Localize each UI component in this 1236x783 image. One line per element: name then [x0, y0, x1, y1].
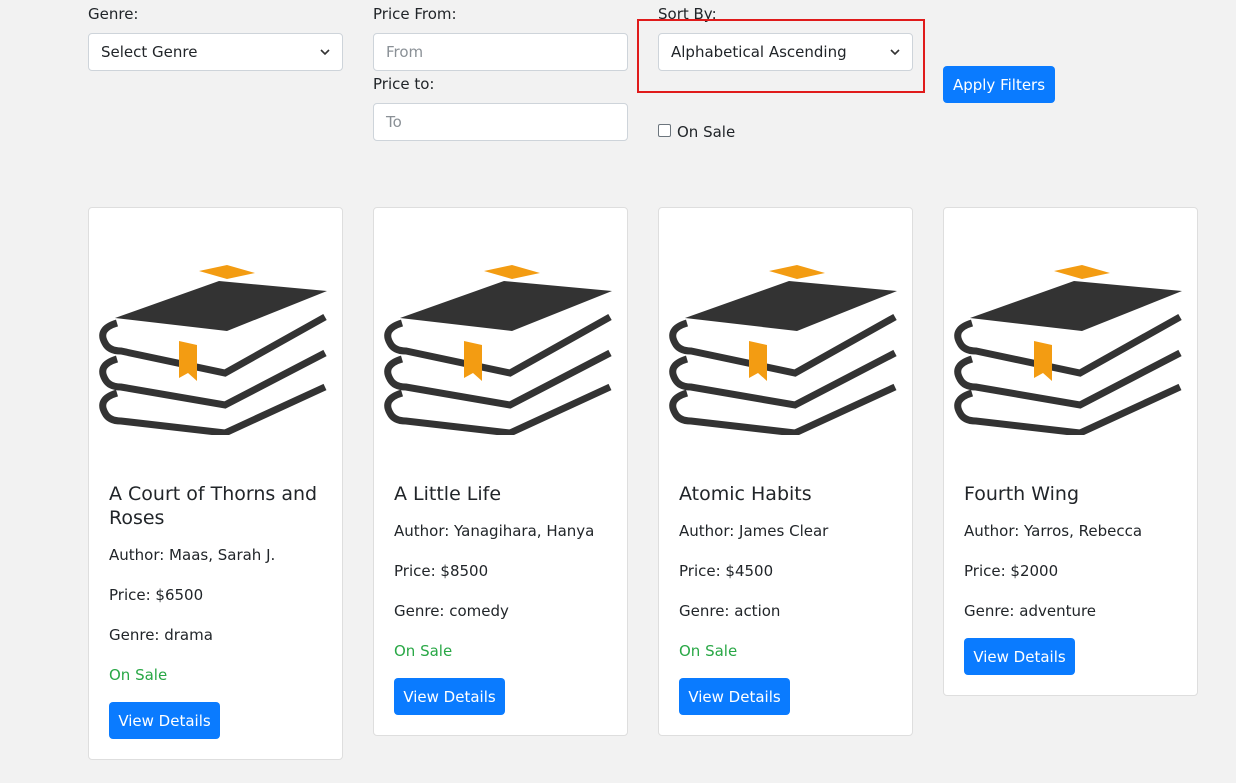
on-sale-badge: On Sale	[109, 666, 168, 684]
book-price: Price: $8500	[394, 562, 489, 580]
genre-select-value: Select Genre	[101, 43, 198, 61]
price-to-input[interactable]: To	[373, 103, 628, 141]
sort-select-value: Alphabetical Ascending	[671, 43, 847, 61]
book-author: Author: Yanagihara, Hanya	[394, 522, 595, 540]
on-sale-label: On Sale	[677, 123, 736, 141]
book-card: Fourth Wing Author: Yarros, Rebecca Pric…	[943, 207, 1198, 696]
book-genre: Genre: adventure	[964, 602, 1097, 620]
genre-select[interactable]: Select Genre	[88, 33, 343, 71]
book-price: Price: $6500	[109, 586, 204, 604]
on-sale-checkbox[interactable]	[658, 124, 671, 137]
sort-label: Sort By:	[658, 5, 717, 23]
book-title: A Little Life	[394, 483, 502, 505]
book-price: Price: $4500	[679, 562, 774, 580]
book-title: A Court of Thorns and Roses	[109, 483, 318, 529]
book-genre: Genre: drama	[109, 626, 213, 644]
book-author: Author: Yarros, Rebecca	[964, 522, 1143, 540]
book-genre: Genre: comedy	[394, 602, 509, 620]
book-author: Author: James Clear	[679, 522, 829, 540]
book-card: Atomic Habits Author: James Clear Price:…	[658, 207, 913, 736]
sort-select[interactable]: Alphabetical Ascending	[658, 33, 913, 71]
books-stack-icon	[669, 265, 897, 435]
on-sale-badge: On Sale	[394, 642, 453, 660]
chevron-down-icon	[320, 49, 330, 56]
book-genre: Genre: action	[679, 602, 781, 620]
on-sale-badge: On Sale	[679, 642, 738, 660]
genre-label: Genre:	[88, 5, 139, 23]
books-stack-icon	[99, 265, 327, 435]
view-details-button[interactable]: View Details	[964, 638, 1075, 675]
book-card: A Court of Thorns and Roses Author: Maas…	[88, 207, 343, 760]
book-price: Price: $2000	[964, 562, 1059, 580]
view-details-button[interactable]: View Details	[109, 702, 220, 739]
view-details-button[interactable]: View Details	[394, 678, 505, 715]
books-stack-icon	[384, 265, 612, 435]
view-details-button[interactable]: View Details	[679, 678, 790, 715]
book-title: Fourth Wing	[964, 483, 1080, 505]
books-stack-icon	[954, 265, 1182, 435]
book-title: Atomic Habits	[679, 483, 812, 505]
price-from-input[interactable]: From	[373, 33, 628, 71]
apply-filters-button[interactable]: Apply Filters	[943, 66, 1055, 103]
price-to-label: Price to:	[373, 75, 435, 93]
price-from-label: Price From:	[373, 5, 457, 23]
chevron-down-icon	[890, 49, 900, 56]
book-card: A Little Life Author: Yanagihara, Hanya …	[373, 207, 628, 736]
book-author: Author: Maas, Sarah J.	[109, 546, 276, 564]
